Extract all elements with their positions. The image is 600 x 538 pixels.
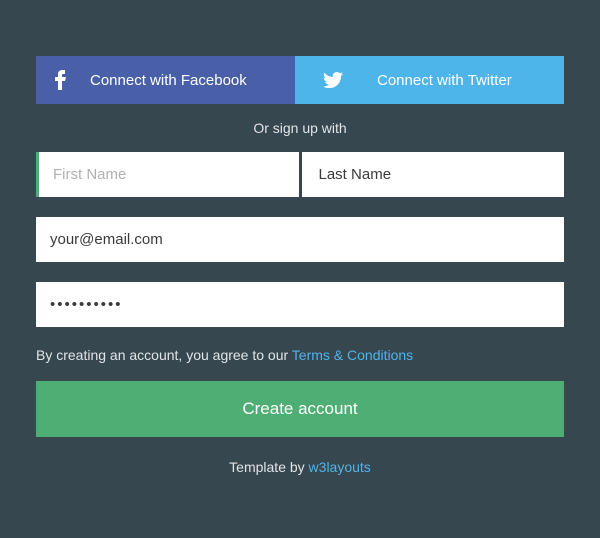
create-account-button[interactable]: Create account xyxy=(36,381,564,437)
facebook-icon xyxy=(54,70,66,90)
terms-line: By creating an account, you agree to our… xyxy=(36,347,564,363)
footer-link[interactable]: w3layouts xyxy=(309,459,371,475)
divider-text: Or sign up with xyxy=(36,120,564,136)
footer-prefix: Template by xyxy=(229,459,308,475)
terms-link[interactable]: Terms & Conditions xyxy=(292,347,413,363)
facebook-label: Connect with Facebook xyxy=(90,72,247,89)
name-input-row xyxy=(36,152,564,197)
connect-twitter-button[interactable]: Connect with Twitter xyxy=(295,56,564,104)
password-input[interactable] xyxy=(36,282,564,327)
twitter-icon xyxy=(323,72,343,88)
footer-text: Template by w3layouts xyxy=(36,459,564,475)
social-login-row: Connect with Facebook Connect with Twitt… xyxy=(36,56,564,104)
last-name-wrap xyxy=(302,152,565,197)
twitter-label: Connect with Twitter xyxy=(377,72,512,89)
first-name-input[interactable] xyxy=(39,152,299,197)
password-wrap xyxy=(36,282,564,327)
email-wrap xyxy=(36,217,564,262)
connect-facebook-button[interactable]: Connect with Facebook xyxy=(36,56,295,104)
first-name-wrap xyxy=(36,152,299,197)
email-input[interactable] xyxy=(36,217,564,262)
last-name-input[interactable] xyxy=(305,152,565,197)
terms-prefix: By creating an account, you agree to our xyxy=(36,347,292,363)
